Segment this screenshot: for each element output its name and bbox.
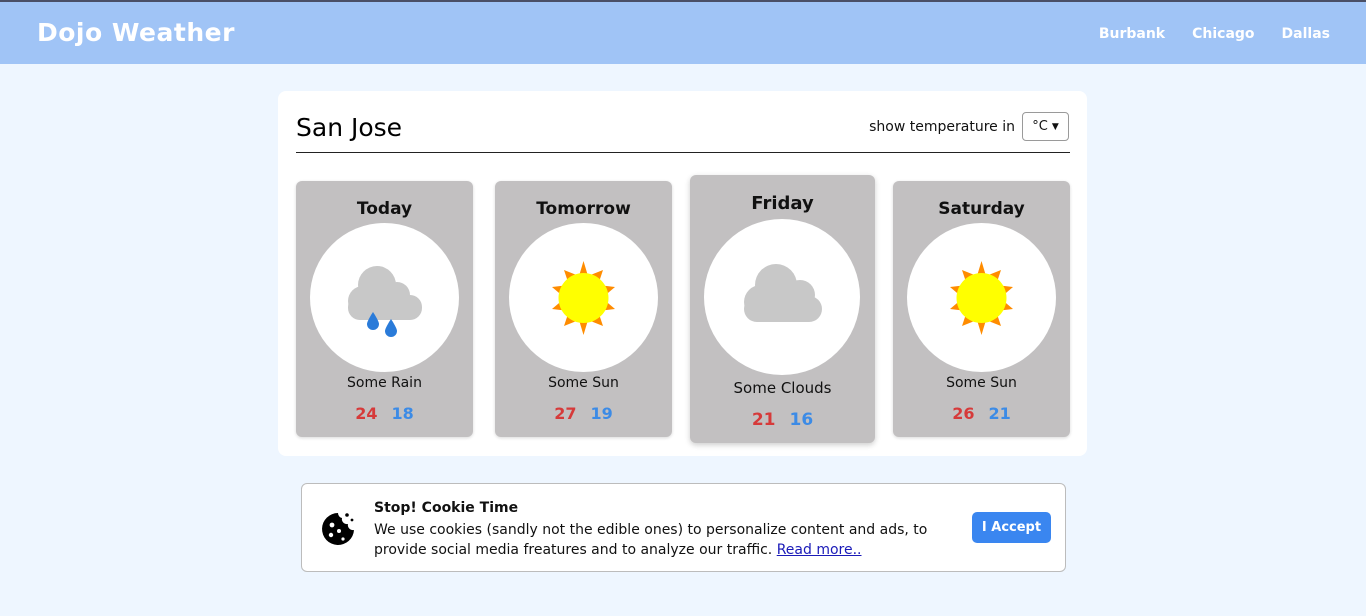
nav-link-chicago[interactable]: Chicago: [1192, 26, 1254, 42]
nav-link-dallas[interactable]: Dallas: [1282, 26, 1330, 42]
day-label: Saturday: [938, 199, 1025, 219]
top-bar: Dojo Weather Burbank Chicago Dallas: [0, 0, 1366, 64]
temperature-range: 24 18: [296, 404, 473, 423]
accept-cookies-button[interactable]: I Accept: [972, 512, 1051, 543]
rain-cloud-icon: [348, 266, 422, 337]
high-temp: 26: [952, 404, 975, 423]
weather-icon-circle: [310, 223, 459, 372]
weather-description: Some Sun: [548, 375, 619, 391]
weather-description: Some Rain: [347, 375, 422, 391]
weather-icon-circle: [509, 223, 658, 372]
low-temp: 18: [391, 404, 414, 423]
low-temp: 16: [789, 410, 814, 430]
chevron-down-icon: ▼: [1051, 121, 1059, 132]
day-label: Tomorrow: [536, 199, 631, 219]
sun-icon: [552, 261, 615, 335]
weather-icon-circle: [704, 219, 860, 375]
temperature-range: 21 16: [690, 410, 875, 430]
city-title: San Jose: [296, 113, 403, 142]
forecast-card-today: Today Some Rain 24 18: [296, 181, 473, 437]
low-temp: 19: [590, 404, 613, 423]
cookie-icon: [322, 513, 354, 545]
nav-link-burbank[interactable]: Burbank: [1099, 26, 1165, 42]
forecast-card-friday: Friday Some Clouds 21 16: [690, 175, 875, 443]
unit-label: show temperature in: [869, 118, 1015, 135]
cookie-title: Stop! Cookie Time: [374, 500, 519, 516]
day-label: Friday: [751, 193, 814, 214]
brand-title: Dojo Weather: [37, 18, 235, 47]
weather-description: Some Clouds: [733, 379, 832, 397]
city-nav: Burbank Chicago Dallas: [1099, 26, 1330, 42]
divider: [296, 152, 1070, 153]
cookie-banner: Stop! Cookie Time We use cookies (sandly…: [301, 483, 1066, 572]
weather-icon-circle: [907, 223, 1056, 372]
forecast-panel: San Jose show temperature in °C ▼ Today …: [278, 91, 1087, 456]
read-more-link[interactable]: Read more..: [777, 542, 862, 558]
high-temp: 24: [355, 404, 378, 423]
forecast-card-tomorrow: Tomorrow Some Sun 27 19: [495, 181, 672, 437]
unit-selected-value: °C: [1032, 119, 1048, 134]
cloud-icon: [744, 264, 822, 322]
weather-description: Some Sun: [946, 375, 1017, 391]
unit-select[interactable]: °C ▼: [1022, 112, 1069, 141]
high-temp: 21: [751, 410, 776, 430]
temperature-range: 26 21: [893, 404, 1070, 423]
day-label: Today: [356, 199, 413, 219]
low-temp: 21: [988, 404, 1011, 423]
temperature-range: 27 19: [495, 404, 672, 423]
forecast-card-saturday: Saturday Some Sun 26 21: [893, 181, 1070, 437]
cookie-message: We use cookies (sandly not the edible on…: [374, 520, 964, 560]
sun-icon: [950, 261, 1013, 335]
unit-control: show temperature in °C ▼: [869, 112, 1069, 141]
high-temp: 27: [554, 404, 577, 423]
